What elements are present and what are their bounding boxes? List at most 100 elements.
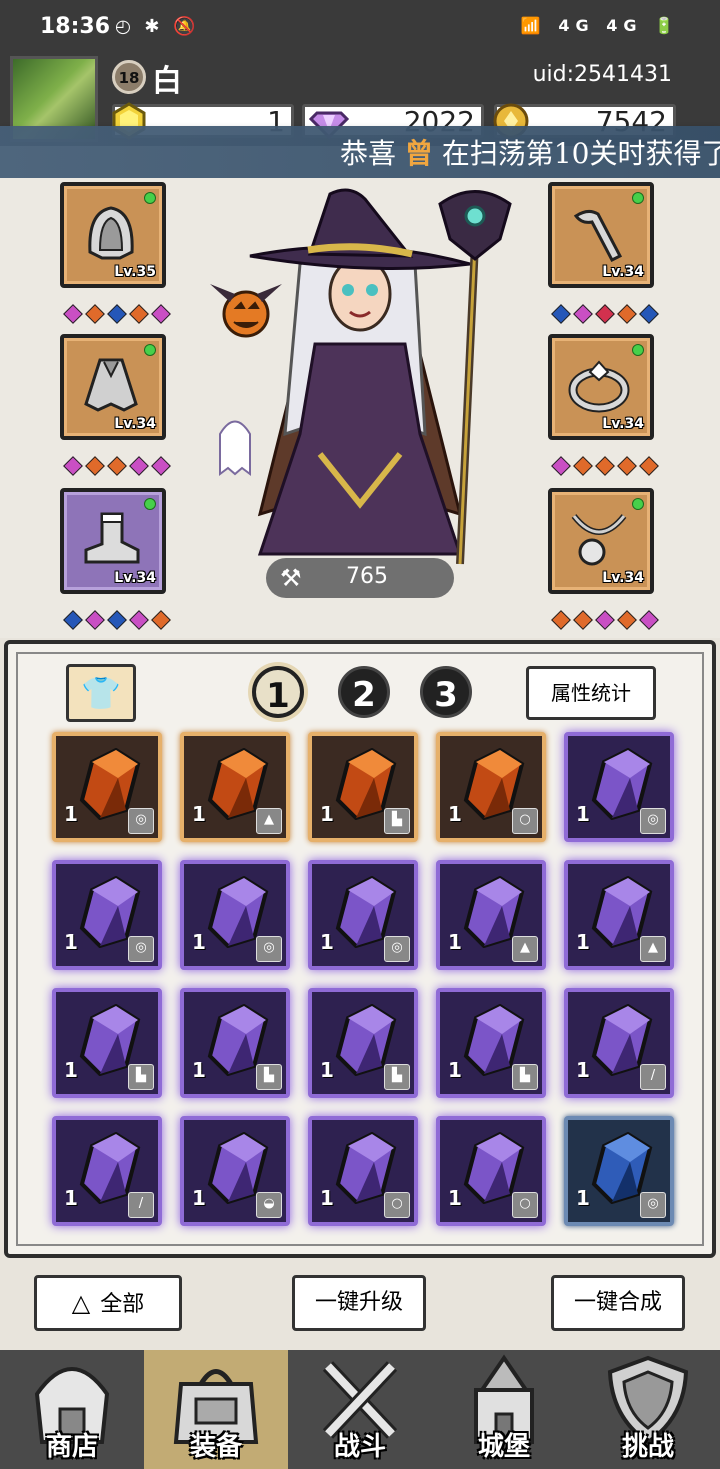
equip-slot-ring[interactable]: Lv.34 [548, 334, 654, 440]
item-type-hood-icon: ◎ [128, 808, 154, 834]
equip-level: Lv.34 [602, 264, 644, 280]
inventory-item[interactable]: 1 ◎ [52, 732, 162, 842]
inventory-item[interactable]: 1 ▙ [308, 988, 418, 1098]
equip-level: Lv.34 [114, 570, 156, 586]
banner-suffix: 在扫荡第10关时获得了 [441, 137, 720, 170]
gem-sockets-cloak [62, 456, 172, 478]
inventory-item[interactable]: 1 ▙ [52, 988, 162, 1098]
item-type-hood-icon: ◎ [640, 808, 666, 834]
item-type-boots-icon: ▙ [512, 1064, 538, 1090]
item-type-ring-icon: ○ [512, 1192, 538, 1218]
gem-socket [129, 304, 149, 324]
filter-all-button[interactable]: △ 全部 [34, 1275, 182, 1331]
inventory-item[interactable]: 1 ▙ [436, 988, 546, 1098]
item-type-hood-icon: ◎ [384, 936, 410, 962]
item-count: 1 [320, 1186, 334, 1210]
item-count: 1 [448, 1058, 462, 1082]
inventory-item[interactable]: 1 ◎ [180, 860, 290, 970]
hood-icon [88, 206, 134, 260]
triangle-up-icon: △ [71, 1289, 91, 1317]
upgrade-all-button[interactable]: 一键升级 [292, 1275, 426, 1331]
item-type-cloak-icon: ▲ [512, 936, 538, 962]
ready-indicator-dot [144, 192, 156, 204]
inventory-item[interactable]: 1 ◒ [180, 1116, 290, 1226]
equip-slot-hood[interactable]: Lv.35 [60, 182, 166, 288]
inventory-item[interactable]: 1 ○ [308, 1116, 418, 1226]
necklace-icon [571, 514, 627, 566]
banner-player-name: 曾 [404, 137, 433, 170]
bottom-navigation: 商店 装备 战斗 城堡 挑战 [0, 1350, 720, 1469]
inventory-item[interactable]: 1 ○ [436, 732, 546, 842]
ready-indicator-dot [632, 498, 644, 510]
gem-socket [551, 304, 571, 324]
inventory-grid: 1 ◎ 1 ▲ 1 ▙ 1 ○ 1 ◎ 1 ◎ 1 ◎ 1 ◎ 1 ▲ 1 ▲ 1 ▙ 1 ▙ 1 ▙ 1 ▙ 1/1/1 ◒ 1 ○ 1 ○ 1 ◎ [52, 732, 682, 1240]
inventory-item[interactable]: 1 ▲ [564, 860, 674, 970]
equip-slot-necklace[interactable]: Lv.34 [548, 488, 654, 594]
inventory-item[interactable]: 1 ○ [436, 1116, 546, 1226]
player-uid: uid:2541431 [532, 62, 672, 87]
status-right-icons: 📶 4G 4G 🔋 [520, 16, 680, 35]
item-type-hood-icon: ◎ [256, 936, 282, 962]
inventory-item[interactable]: 1 ◎ [564, 1116, 674, 1226]
inventory-item[interactable]: 1 ▙ [180, 988, 290, 1098]
staff-icon [573, 209, 623, 262]
nav-tab-castle[interactable]: 城堡 [432, 1350, 576, 1469]
page-tab-1[interactable]: 1 [252, 666, 304, 718]
inventory-item[interactable]: 1/ [52, 1116, 162, 1226]
page-tab-3[interactable]: 3 [420, 666, 472, 718]
nav-tab-battle[interactable]: 战斗 [288, 1350, 432, 1469]
inventory-item[interactable]: 1 ◎ [564, 732, 674, 842]
equip-level: Lv.34 [602, 570, 644, 586]
item-type-staff-icon: / [128, 1192, 154, 1218]
gem-sockets-boots [62, 610, 172, 632]
item-type-cloak-icon: ▲ [640, 936, 666, 962]
gem-socket [639, 456, 659, 476]
inventory-item[interactable]: 1 ▲ [436, 860, 546, 970]
nav-label-battle: 战斗 [333, 1432, 386, 1462]
nav-tab-equipment[interactable]: 装备 [144, 1350, 288, 1469]
gem-sockets-staff [550, 304, 660, 326]
inventory-item[interactable]: 1 ◎ [308, 860, 418, 970]
nav-tab-shop[interactable]: 商店 [0, 1350, 144, 1469]
merge-all-button[interactable]: 一键合成 [551, 1275, 685, 1331]
item-count: 1 [192, 1058, 206, 1082]
gem-socket [63, 610, 83, 630]
item-type-helmet-icon: ◒ [256, 1192, 282, 1218]
gem-socket [639, 304, 659, 324]
item-count: 1 [192, 930, 206, 954]
item-count: 1 [576, 1058, 590, 1082]
equip-slot-cloak[interactable]: Lv.34 [60, 334, 166, 440]
equipment-filter-button[interactable]: 👕 [66, 664, 136, 722]
inventory-item[interactable]: 1 ◎ [52, 860, 162, 970]
combat-power-value: 765 [346, 564, 388, 589]
gem-socket [85, 610, 105, 630]
item-count: 1 [576, 1186, 590, 1210]
page-tab-2[interactable]: 2 [338, 666, 390, 718]
gem-socket [85, 456, 105, 476]
filter-all-label: 全部 [100, 1292, 145, 1317]
item-count: 1 [192, 802, 206, 826]
attribute-stats-button[interactable]: 属性统计 [526, 666, 656, 720]
inventory-item[interactable]: 1 ▙ [308, 732, 418, 842]
item-type-boots-icon: ▙ [384, 1064, 410, 1090]
item-count: 1 [576, 802, 590, 826]
item-type-hood-icon: ◎ [640, 1192, 666, 1218]
gem-socket [573, 304, 593, 324]
inventory-item[interactable]: 1 ▲ [180, 732, 290, 842]
gem-socket [551, 456, 571, 476]
inventory-item[interactable]: 1/ [564, 988, 674, 1098]
nav-tab-challenge[interactable]: 挑战 [576, 1350, 720, 1469]
ready-indicator-dot [632, 192, 644, 204]
equip-slot-staff[interactable]: Lv.34 [548, 182, 654, 288]
equip-slot-boots[interactable]: Lv.34 [60, 488, 166, 594]
gem-socket [573, 456, 593, 476]
item-count: 1 [320, 802, 334, 826]
announcement-banner: 恭喜 曾 在扫荡第10关时获得了 [0, 126, 720, 178]
player-name: 白 [152, 64, 182, 99]
item-type-boots-icon: ▙ [128, 1064, 154, 1090]
gem-socket [595, 610, 615, 630]
item-type-ring-icon: ○ [384, 1192, 410, 1218]
status-bar: 18:36 ◴ ✱ 🔕 📶 4G 4G 🔋 [0, 0, 720, 56]
combat-power: ⚒ 765 [266, 558, 454, 598]
gem-socket [639, 610, 659, 630]
